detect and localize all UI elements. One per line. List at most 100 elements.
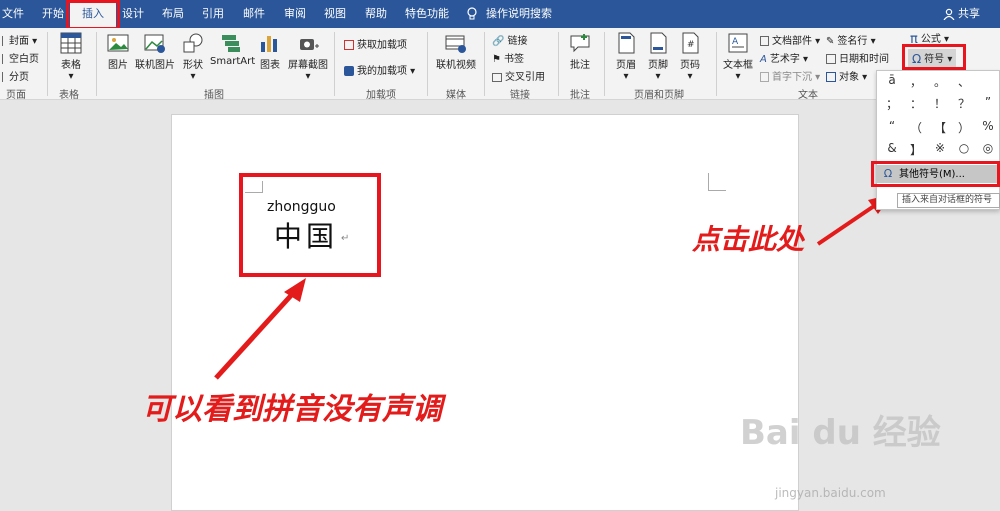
chart-button[interactable]: 图表 <box>257 32 283 71</box>
get-addins-button[interactable]: 获取加载项 <box>344 36 407 51</box>
separator <box>334 32 335 96</box>
symbol-cell[interactable]: （ <box>905 119 927 136</box>
page-number-button[interactable]: # 页码 ▾ <box>676 32 704 82</box>
symbol-cell[interactable]: ○ <box>953 141 975 155</box>
omega-icon: Ω <box>912 52 922 66</box>
equation-button[interactable]: π 公式 ▾ <box>910 30 949 47</box>
symbol-cell[interactable]: ※ <box>929 141 951 155</box>
tab-design[interactable]: 设计 <box>122 0 144 28</box>
tab-references[interactable]: 引用 <box>202 0 224 28</box>
link-button[interactable]: 🔗 链接 <box>492 32 528 48</box>
crop-mark-top-left <box>245 181 263 193</box>
symbol-cell[interactable]: 、 <box>953 73 975 90</box>
dropcap-label: 首字下沉 <box>772 72 812 83</box>
tab-mailings[interactable]: 邮件 <box>243 0 265 28</box>
screenshot-label: 屏幕截图 <box>288 60 328 71</box>
bookmark-button[interactable]: ⚑ 书签 <box>492 50 524 66</box>
more-symbols-menu-item[interactable]: Ω 其他符号(M)... <box>877 165 1000 183</box>
baidu-watermark-url: jingyan.baidu.com <box>775 486 886 500</box>
header-button[interactable]: 页眉 ▾ <box>612 32 640 82</box>
tab-insert[interactable]: 插入 <box>70 0 116 28</box>
object-button[interactable]: 对象 ▾ <box>826 68 867 83</box>
link-icon: 🔗 <box>492 35 505 47</box>
page-number-label: 页码 <box>680 60 700 71</box>
chart-label: 图表 <box>260 60 280 71</box>
symbol-cell[interactable]: ： <box>905 95 927 112</box>
share-button[interactable]: 共享 <box>943 0 980 28</box>
textbox-label: 文本框 <box>723 60 753 71</box>
shapes-label: 形状 <box>183 60 203 71</box>
tab-home[interactable]: 开始 <box>42 0 64 28</box>
online-pictures-button[interactable]: 联机图片 <box>134 32 176 71</box>
symbol-cell[interactable]: ？ <box>953 95 975 112</box>
page-break-button[interactable]: 分页 <box>2 68 29 83</box>
blank-page-button[interactable]: 空白页 <box>2 50 39 65</box>
group-label-header-footer: 页眉和页脚 <box>634 90 684 101</box>
shapes-button[interactable]: 形状 ▾ <box>180 32 206 82</box>
date-time-button[interactable]: 日期和时间 <box>826 50 889 65</box>
symbol-cell[interactable]: ā <box>881 73 903 87</box>
hanzi-text[interactable]: 中国 <box>274 215 338 255</box>
cover-page-icon <box>2 36 6 46</box>
smartart-button[interactable]: SmartArt <box>210 32 255 67</box>
comment-label: 批注 <box>570 60 590 71</box>
separator <box>427 32 428 96</box>
comment-button[interactable]: 批注 <box>566 32 594 71</box>
symbol-button[interactable]: Ω 符号 ▾ <box>908 49 957 67</box>
header-label: 页眉 <box>616 60 636 71</box>
wordart-button[interactable]: A 艺术字 ▾ <box>760 50 808 66</box>
group-label-illustrations: 插图 <box>204 90 224 101</box>
symbol-cell[interactable]: ！ <box>929 95 951 112</box>
symbol-cell[interactable]: “ <box>881 119 903 133</box>
separator <box>96 32 97 96</box>
symbol-cell[interactable]: ， <box>905 73 927 90</box>
tab-file[interactable]: 文件 <box>2 0 24 28</box>
group-label-addins: 加载项 <box>366 90 396 101</box>
online-pictures-label: 联机图片 <box>135 60 175 71</box>
tab-layout[interactable]: 布局 <box>162 0 184 28</box>
symbol-cell[interactable]: 】 <box>905 141 927 158</box>
bookmark-label: 书签 <box>503 54 524 65</box>
cover-page-button[interactable]: 封面 ▾ <box>2 32 37 47</box>
screenshot-button[interactable]: 屏幕截图 ▾ <box>286 32 330 82</box>
online-video-button[interactable]: 联机视频 <box>434 32 478 71</box>
table-button[interactable]: 表格 ▾ <box>54 32 88 82</box>
pi-icon: π <box>910 31 918 47</box>
signature-line-button[interactable]: ✎ 签名行 ▾ <box>826 32 876 48</box>
more-symbols-tooltip: 插入来自对话框的符号 <box>897 193 1000 208</box>
tab-special-features[interactable]: 特色功能 <box>405 0 449 28</box>
tab-view[interactable]: 视图 <box>324 0 346 28</box>
pictures-button[interactable]: 图片 <box>104 32 132 71</box>
object-label: 对象 <box>839 72 859 83</box>
quick-parts-button[interactable]: 文档部件 ▾ <box>760 32 820 47</box>
symbol-cell[interactable]: % <box>977 119 999 133</box>
tab-help[interactable]: 帮助 <box>365 0 387 28</box>
symbol-cell[interactable]: ） <box>953 119 975 136</box>
get-addins-label: 获取加载项 <box>357 40 407 51</box>
my-addins-button[interactable]: 我的加载项 ▾ <box>344 62 415 77</box>
ribbon: 封面 ▾ 空白页 分页 页面 表格 ▾ 表格 图片 联机图片 形状 ▾ Smart… <box>0 28 1000 101</box>
textbox-button[interactable]: A 文本框 ▾ <box>722 32 754 82</box>
symbol-cell[interactable]: 。 <box>929 73 951 90</box>
symbol-cell[interactable]: & <box>881 141 903 155</box>
footer-icon <box>650 32 667 54</box>
cross-reference-button[interactable]: 交叉引用 <box>492 68 545 83</box>
equation-label: 公式 <box>920 34 941 45</box>
baidu-watermark: Bai du 经验 <box>740 413 941 453</box>
pinyin-text[interactable]: zhongguo <box>267 199 336 215</box>
cover-page-label: 封面 <box>9 36 29 47</box>
symbol-cell[interactable]: ” <box>977 95 999 109</box>
tab-review[interactable]: 审阅 <box>284 0 306 28</box>
page-break-icon <box>2 72 6 82</box>
symbol-cell[interactable]: ； <box>881 95 903 112</box>
separator <box>484 32 485 96</box>
footer-button[interactable]: 页脚 ▾ <box>644 32 672 82</box>
document-page[interactable]: zhongguo 中国 ↵ <box>171 114 799 511</box>
signature-label: 签名行 <box>837 36 868 47</box>
wordart-label: 艺术字 <box>769 54 800 65</box>
symbol-cell[interactable]: 【 <box>929 119 951 136</box>
link-label: 链接 <box>507 36 528 47</box>
dropcap-button[interactable]: 首字下沉 ▾ <box>760 68 820 83</box>
tell-me-search[interactable]: 操作说明搜索 <box>486 0 552 28</box>
symbol-cell[interactable]: ◎ <box>977 141 999 155</box>
